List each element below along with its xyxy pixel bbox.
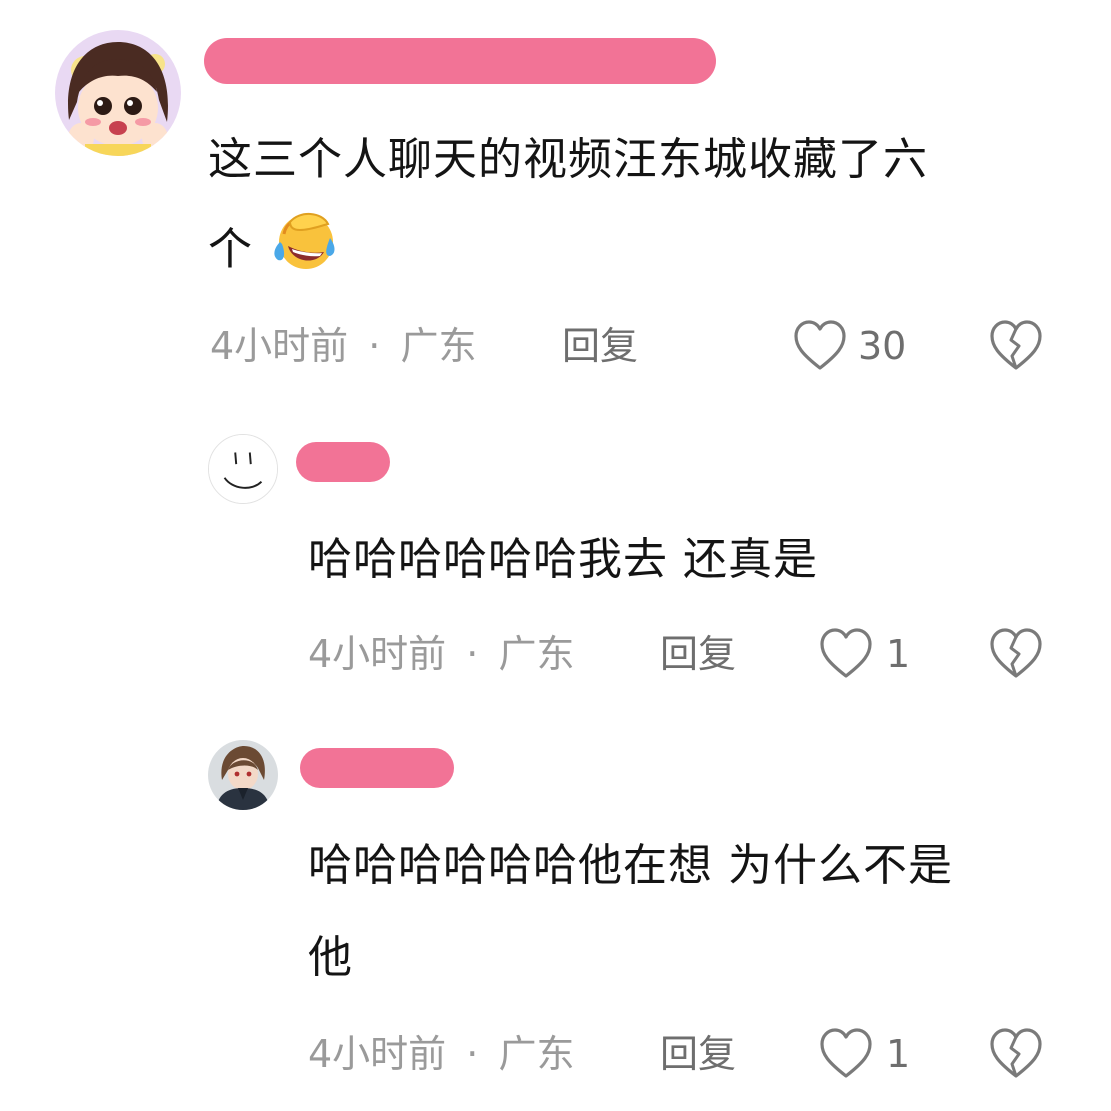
- reply-button[interactable]: 回复: [562, 322, 638, 370]
- heart-outline-icon[interactable]: [818, 626, 874, 680]
- comment-location: 广东: [498, 632, 575, 676]
- comment-time: 4小时前: [308, 632, 447, 676]
- comment-location: 广东: [498, 1032, 575, 1076]
- broken-heart-icon[interactable]: [988, 626, 1044, 680]
- username-redacted[interactable]: [296, 442, 390, 482]
- comment-meta: 4小时前 · 广东: [308, 630, 574, 678]
- reply-button[interactable]: 回复: [660, 1030, 736, 1078]
- anime-boy-avatar-icon: [208, 740, 278, 810]
- comment-text-line-1: 哈哈哈哈哈哈他在想 为什么不是: [308, 840, 953, 891]
- broken-heart-icon[interactable]: [988, 318, 1044, 372]
- broken-heart-icon[interactable]: [988, 1026, 1044, 1080]
- like-count: 30: [858, 324, 907, 368]
- avatar-smiley[interactable]: [208, 434, 278, 504]
- meta-separator: ·: [368, 324, 381, 368]
- username-redacted[interactable]: [300, 748, 454, 788]
- meta-separator: ·: [466, 632, 479, 676]
- comment-meta: 4小时前 · 广东: [308, 1030, 574, 1078]
- reply-button[interactable]: 回复: [660, 630, 736, 678]
- comment-time: 4小时前: [210, 324, 349, 368]
- comment-text-line-2-text: 个: [208, 224, 253, 275]
- comment-location: 广东: [400, 324, 477, 368]
- face-with-tears-of-joy-icon: [270, 208, 336, 274]
- avatar-cartoon-girl[interactable]: [55, 30, 181, 156]
- comment-text-line-2: 他: [308, 932, 353, 983]
- comment-time: 4小时前: [308, 1032, 447, 1076]
- simple-smile-avatar-icon: [209, 435, 277, 503]
- comment-text-line-2: 个: [208, 208, 336, 290]
- cartoon-girl-avatar-icon: [55, 30, 181, 156]
- avatar-anime-boy[interactable]: [208, 740, 278, 810]
- heart-outline-icon[interactable]: [818, 1026, 874, 1080]
- meta-separator: ·: [466, 1032, 479, 1076]
- comment-text-line-1: 哈哈哈哈哈哈我去 还真是: [308, 534, 818, 585]
- comment-text-line-1: 这三个人聊天的视频汪东城收藏了六: [208, 134, 928, 185]
- username-redacted[interactable]: [204, 38, 716, 84]
- comment-meta: 4小时前 · 广东: [210, 322, 476, 370]
- like-count: 1: [886, 632, 911, 676]
- heart-outline-icon[interactable]: [792, 318, 848, 372]
- like-count: 1: [886, 1032, 911, 1076]
